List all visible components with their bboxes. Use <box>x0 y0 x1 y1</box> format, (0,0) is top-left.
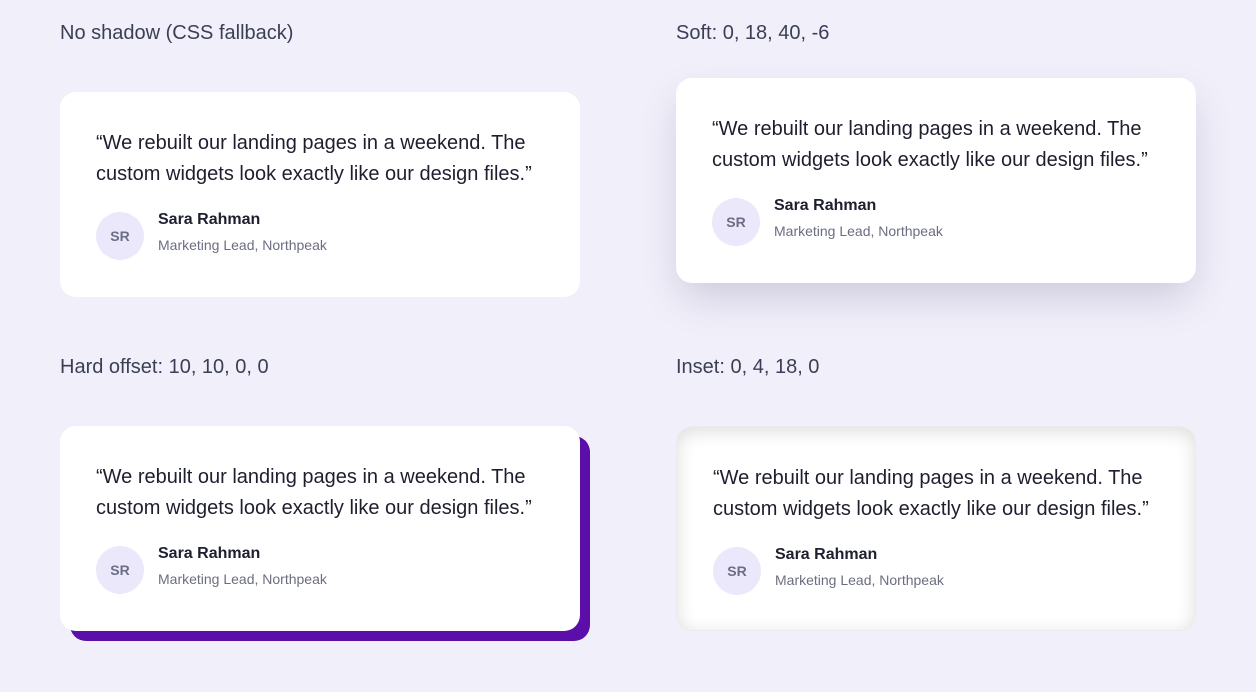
author-name: Sara Rahman <box>158 211 261 228</box>
author-name: Sara Rahman <box>158 545 261 562</box>
author-details: Sara Rahman Marketing Lead, Northpeak <box>158 545 327 588</box>
panel-label: Hard offset: 10, 10, 0, 0 <box>60 356 269 378</box>
testimonial-card: “We rebuilt our landing pages in a weeke… <box>60 426 580 631</box>
testimonial-quote: “We rebuilt our landing pages in a weeke… <box>713 467 1149 520</box>
testimonial-card: “We rebuilt our landing pages in a weeke… <box>60 92 580 297</box>
author-block: SR Sara Rahman Marketing Lead, Northpeak <box>96 545 327 594</box>
avatar: SR <box>712 198 760 246</box>
author-details: Sara Rahman Marketing Lead, Northpeak <box>158 211 327 254</box>
author-block: SR Sara Rahman Marketing Lead, Northpeak <box>96 211 327 260</box>
author-role: Marketing Lead, Northpeak <box>775 572 944 588</box>
testimonial-quote: “We rebuilt our landing pages in a weeke… <box>96 132 532 185</box>
testimonial-card: “We rebuilt our landing pages in a weeke… <box>676 78 1196 283</box>
author-role: Marketing Lead, Northpeak <box>158 237 327 253</box>
panel-label: Inset: 0, 4, 18, 0 <box>676 356 820 378</box>
author-details: Sara Rahman Marketing Lead, Northpeak <box>775 546 944 589</box>
testimonial-card: “We rebuilt our landing pages in a weeke… <box>676 426 1196 631</box>
author-block: SR Sara Rahman Marketing Lead, Northpeak <box>713 546 944 595</box>
avatar: SR <box>96 212 144 260</box>
avatar: SR <box>96 546 144 594</box>
avatar: SR <box>713 547 761 595</box>
author-details: Sara Rahman Marketing Lead, Northpeak <box>774 197 943 240</box>
author-role: Marketing Lead, Northpeak <box>158 571 327 587</box>
testimonial-quote: “We rebuilt our landing pages in a weeke… <box>712 118 1148 171</box>
author-name: Sara Rahman <box>775 546 878 563</box>
author-role: Marketing Lead, Northpeak <box>774 223 943 239</box>
author-block: SR Sara Rahman Marketing Lead, Northpeak <box>712 197 943 246</box>
panel-label: No shadow (CSS fallback) <box>60 22 294 44</box>
testimonial-quote: “We rebuilt our landing pages in a weeke… <box>96 466 532 519</box>
author-name: Sara Rahman <box>774 197 877 214</box>
panel-label: Soft: 0, 18, 40, -6 <box>676 22 830 44</box>
